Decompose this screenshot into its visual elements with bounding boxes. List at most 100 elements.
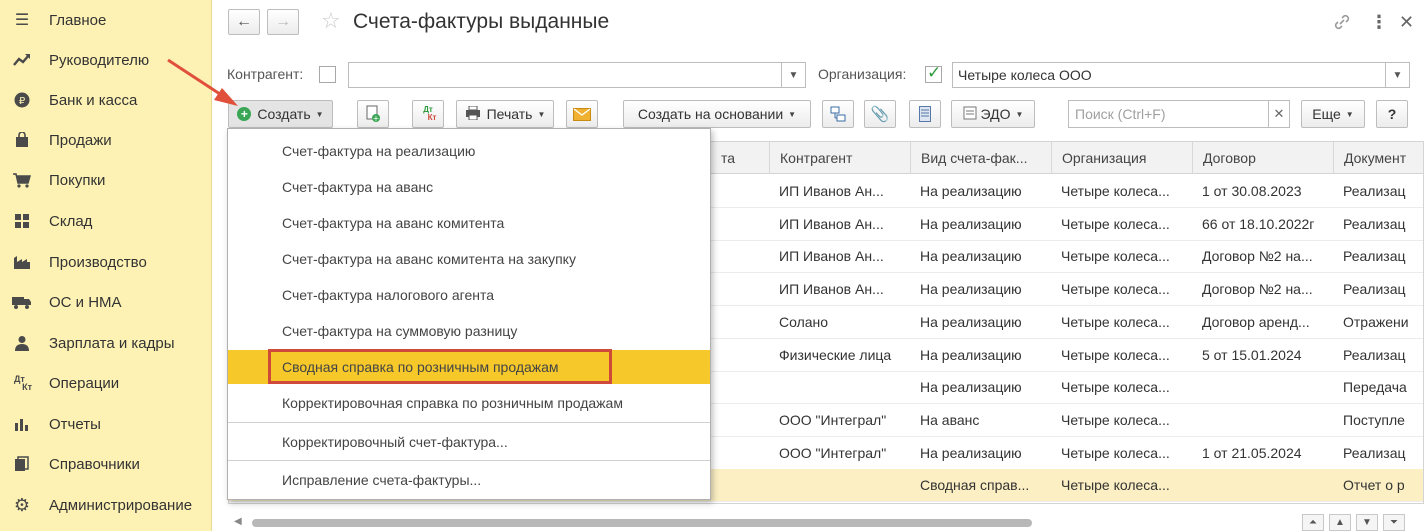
- plus-icon: +: [237, 107, 252, 121]
- sidebar-item-warehouse[interactable]: Склад: [0, 201, 212, 241]
- create-button[interactable]: + Создать ▼: [228, 100, 333, 128]
- table-cell: ИП Иванов Ан...: [779, 183, 884, 199]
- table-cell: На реализацию: [920, 346, 1022, 363]
- table-cell: Четыре колеса...: [1061, 281, 1170, 298]
- menu-item[interactable]: Счет-фактура на аванс: [228, 170, 710, 204]
- sidebar-item-label: Операции: [49, 374, 120, 392]
- sidebar-item-salary[interactable]: Зарплата и кадры: [0, 323, 212, 363]
- clear-search-button[interactable]: ✕: [1268, 100, 1290, 128]
- list-settings-button[interactable]: [909, 100, 941, 128]
- scroll-down-button[interactable]: ▼: [1356, 514, 1378, 531]
- page-title: Счета-фактуры выданные: [353, 10, 610, 33]
- menu-separator: [228, 422, 710, 423]
- table-cell: Отражени: [1343, 313, 1409, 330]
- counterparty-dropdown-button[interactable]: ▼: [782, 62, 806, 88]
- help-button[interactable]: ?: [1376, 100, 1408, 128]
- sidebar-item-admin[interactable]: ⚙ Администрирование: [0, 485, 212, 525]
- scroll-first-button[interactable]: ⏶: [1302, 514, 1324, 531]
- table-cell: [711, 339, 769, 372]
- menu-item[interactable]: Счет-фактура налогового агента: [228, 278, 710, 312]
- sidebar-item-reports[interactable]: Отчеты: [0, 404, 212, 444]
- link-icon[interactable]: [1332, 12, 1352, 37]
- sidebar-item-bank[interactable]: ₽ Банк и касса: [0, 80, 212, 120]
- copy-document-button[interactable]: +: [357, 100, 389, 128]
- table-cell: ИП Иванов Ан...: [779, 281, 884, 298]
- table-cell: Реализац: [1343, 183, 1406, 199]
- sidebar-item-production[interactable]: Производство: [0, 242, 212, 282]
- edo-button[interactable]: ЭДО ▼: [951, 100, 1035, 128]
- more-vertical-icon[interactable]: ⋮: [1370, 12, 1388, 33]
- table-cell: Четыре колеса...: [1061, 215, 1170, 232]
- menu-item[interactable]: Счет-фактура на аванс комитента: [228, 206, 710, 240]
- scroll-up-button[interactable]: ▲: [1329, 514, 1351, 531]
- edo-button-label: ЭДО: [980, 106, 1011, 122]
- sidebar-item-manager[interactable]: Руководителю: [0, 40, 212, 80]
- menu-item[interactable]: Счет-фактура на суммовую разницу: [228, 314, 710, 348]
- organization-dropdown-button[interactable]: ▼: [1386, 62, 1410, 88]
- bar-chart-icon: [12, 414, 32, 434]
- sidebar-item-main[interactable]: ☰ Главное: [0, 0, 212, 40]
- postings-button[interactable]: Дт Кт: [412, 100, 444, 128]
- table-cell: ООО "Интеграл": [779, 411, 887, 428]
- sidebar-item-sales[interactable]: Продажи: [0, 120, 212, 160]
- organization-checkbox[interactable]: [925, 63, 942, 83]
- sidebar-item-label: ОС и НМА: [49, 293, 122, 311]
- sidebar-item-operations[interactable]: Дт Кт Операции: [0, 363, 212, 403]
- help-icon: ?: [1387, 106, 1397, 122]
- column-header[interactable]: Контрагент: [769, 142, 910, 174]
- star-icon[interactable]: ☆: [321, 8, 341, 34]
- menu-item-retail-summary[interactable]: Сводная справка по розничным продажам: [228, 350, 710, 384]
- column-header[interactable]: та: [711, 142, 771, 174]
- scroll-left-icon[interactable]: ◀: [234, 516, 242, 527]
- back-button[interactable]: ←: [228, 9, 260, 35]
- menu-icon: ☰: [14, 12, 30, 29]
- sidebar-item-label: Зарплата и кадры: [49, 334, 175, 352]
- column-header[interactable]: Вид счета-фак...: [910, 142, 1051, 174]
- organization-field[interactable]: Четыре колеса ООО: [952, 62, 1386, 88]
- scroll-last-button[interactable]: ⏷: [1383, 514, 1405, 531]
- menu-item[interactable]: Корректировочный счет-фактура...: [228, 425, 710, 459]
- table-cell: На реализацию: [920, 248, 1022, 265]
- counterparty-field[interactable]: [348, 62, 782, 88]
- close-icon[interactable]: ✕: [1399, 12, 1414, 33]
- structure-button[interactable]: [822, 100, 854, 128]
- table-cell: [769, 469, 910, 502]
- menu-item[interactable]: Исправление счета-фактуры...: [228, 463, 710, 497]
- horizontal-scrollbar[interactable]: ◀: [228, 515, 1288, 527]
- column-header[interactable]: Организация: [1051, 142, 1192, 174]
- organization-label: Организация:: [818, 66, 907, 82]
- table-cell: [769, 371, 910, 404]
- email-button[interactable]: [566, 100, 598, 128]
- search-input[interactable]: Поиск (Ctrl+F): [1068, 100, 1281, 128]
- table-cell: [711, 371, 769, 404]
- menu-item[interactable]: Счет-фактура на аванс комитента на закуп…: [228, 242, 710, 276]
- sidebar-item-purchases[interactable]: Покупки: [0, 160, 212, 200]
- attachments-button[interactable]: 📎: [864, 100, 896, 128]
- forward-button[interactable]: →: [267, 9, 299, 35]
- table-cell: Поступле: [1343, 411, 1405, 428]
- print-button[interactable]: Печать ▼: [456, 100, 554, 128]
- menu-item[interactable]: Счет-фактура на реализацию: [228, 134, 710, 168]
- column-header[interactable]: Документ: [1333, 142, 1423, 174]
- more-button[interactable]: Еще ▼: [1301, 100, 1365, 128]
- more-button-label: Еще: [1312, 106, 1341, 122]
- table-cell: [711, 437, 769, 470]
- menu-item[interactable]: Корректировочная справка по розничным пр…: [228, 386, 710, 420]
- close-icon: ✕: [1273, 106, 1285, 121]
- arrow-left-icon: ←: [236, 13, 252, 30]
- table-cell: Сводная справ...: [920, 477, 1030, 494]
- column-header[interactable]: Договор: [1192, 142, 1333, 174]
- scrollbar-thumb[interactable]: [252, 519, 1032, 527]
- hierarchy-icon: [830, 106, 846, 122]
- table-cell: На реализацию: [920, 281, 1022, 298]
- table-cell: Солано: [779, 313, 829, 330]
- table-cell: Четыре колеса...: [1061, 346, 1170, 363]
- sidebar-item-references[interactable]: Справочники: [0, 444, 212, 484]
- create-based-on-button[interactable]: Создать на основании ▼: [623, 100, 811, 128]
- sidebar-item-label: Банк и касса: [49, 91, 138, 109]
- sidebar-item-assets[interactable]: ОС и НМА: [0, 282, 212, 322]
- gear-icon: ⚙: [13, 494, 31, 515]
- counterparty-checkbox[interactable]: [319, 66, 336, 83]
- chevron-down-icon: ▼: [788, 109, 797, 119]
- table-cell: На реализацию: [920, 183, 1022, 199]
